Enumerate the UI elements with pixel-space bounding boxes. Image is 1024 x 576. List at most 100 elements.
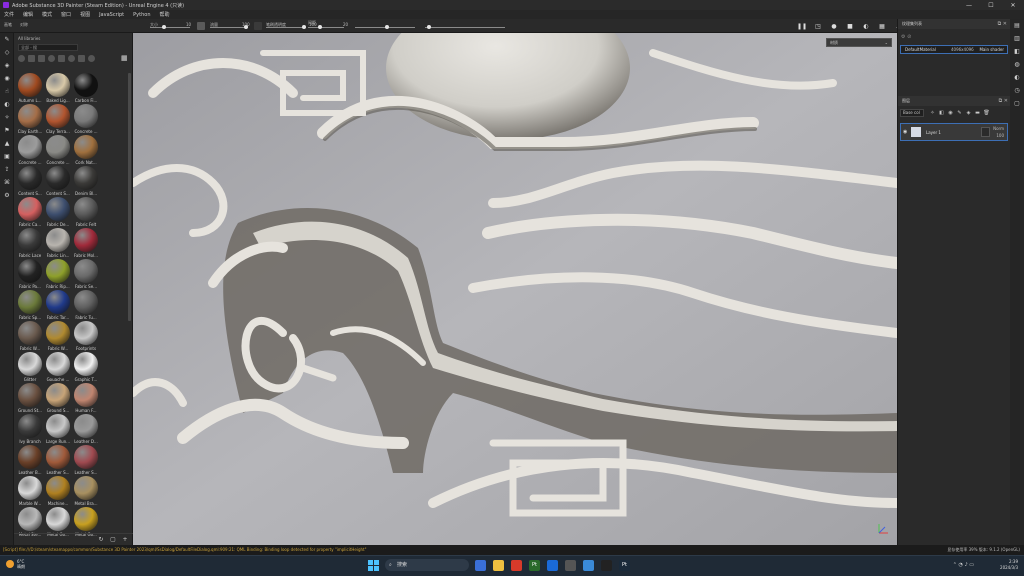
menu-edit[interactable]: 编辑 [23,11,33,18]
file-explorer-icon[interactable] [493,559,504,571]
size-value[interactable]: 10 [186,22,191,27]
mail-icon[interactable] [511,559,522,571]
settings-icon[interactable]: ⚙ [0,189,14,202]
export-icon[interactable]: ⇪ [0,163,14,176]
texture-set-row[interactable]: DefaultMaterial 4096x4096 Main shader [900,45,1008,54]
settings-app-icon[interactable] [565,559,576,571]
material-item[interactable]: Leather D... [73,414,99,445]
angle-slider[interactable] [355,25,415,29]
filter-textures-icon[interactable] [38,55,45,62]
system-tray[interactable]: ⌃ ◔ ♪ ▭ [953,562,974,568]
material-item[interactable]: Concrete ... [45,135,71,166]
add-group-icon[interactable]: ▬ [973,110,982,116]
material-item[interactable]: Fabric Tu... [73,290,99,321]
material-item[interactable]: Fabric Mol... [73,228,99,259]
material-item[interactable]: Cork Nat... [73,135,99,166]
flow-value[interactable]: 100 [242,22,250,27]
filter-filters-icon[interactable] [78,55,85,62]
refresh-icon[interactable]: ↻ [97,536,105,543]
sphere-icon[interactable]: ● [829,22,839,30]
texture-set-settings-icon[interactable]: ⚙ ⊘ [901,34,911,40]
shader-dock-icon[interactable]: ◍ [1010,58,1024,71]
menu-help[interactable]: 帮助 [160,11,170,18]
material-item[interactable]: Marble W... [17,476,43,507]
unreal-icon[interactable] [601,559,612,571]
smudge-icon[interactable]: ☝ [0,85,14,98]
polygon-fill-icon[interactable]: ▲ [0,137,14,150]
log-dock-icon[interactable]: ▢ [1010,97,1024,110]
material-item[interactable]: Human F... [73,383,99,414]
material-item[interactable]: Fabric De... [45,197,71,228]
weather-widget[interactable]: 6°C 晴朗 [6,559,25,569]
filter-alphas-icon[interactable] [58,55,65,62]
material-item[interactable]: Fabric Felt [73,197,99,228]
library-header[interactable]: All libraries [18,36,40,41]
material-item[interactable]: Concrete ... [17,135,43,166]
material-item[interactable]: Content S... [45,166,71,197]
minimize-button[interactable]: — [958,0,980,10]
material-item[interactable]: Fabric Sp... [17,290,43,321]
tab-brush[interactable]: 画笔 [4,22,12,28]
close-button[interactable]: ✕ [1002,0,1024,10]
layers-float-icon[interactable]: ⧉ ✕ [999,96,1008,106]
start-button[interactable] [368,559,379,571]
video-icon[interactable]: ■ [845,22,855,30]
texture-set-dock-icon[interactable]: ▤ [1010,19,1024,32]
material-item[interactable]: Fabric Lace [17,228,43,259]
jitter-slider[interactable] [425,25,505,29]
menu-window[interactable]: 窗口 [61,11,71,18]
material-item[interactable]: Large Run... [45,414,71,445]
display-mode-dropdown[interactable]: 材质 ⌄ [826,38,892,47]
clock[interactable]: 2:39 2024/3/3 [1000,559,1018,571]
grid-icon[interactable]: ▦ [877,22,887,30]
stroke-opacity-knob[interactable] [302,25,306,29]
material-item[interactable]: Machine... [45,476,71,507]
layer-opacity[interactable]: 100 [996,133,1004,138]
store-icon[interactable] [547,559,558,571]
material-item[interactable]: Leather B... [17,445,43,476]
layer-name[interactable]: Layer 1 [926,130,941,135]
spacing-value[interactable]: 20 [343,22,348,27]
flow-pressure-toggle[interactable] [254,22,262,30]
filter-particles-icon[interactable] [68,55,75,62]
layer-row[interactable]: ◉ Layer 1 Norm 100 [900,123,1008,141]
material-item[interactable]: Glitter [17,352,43,383]
eraser-icon[interactable]: ◇ [0,46,14,59]
display-dock-icon[interactable]: ◐ [1010,71,1024,84]
spacing-slider-knob[interactable] [318,25,322,29]
filter-materials-icon[interactable] [18,55,25,62]
material-item[interactable]: Ivy Branch [17,414,43,445]
material-item[interactable]: Leather S... [73,445,99,476]
flow-slider[interactable] [210,25,248,29]
jitter-slider-knob[interactable] [427,25,431,29]
filter-brushes-icon[interactable] [48,55,55,62]
projection-icon[interactable]: ◈ [0,59,14,72]
delete-layer-icon[interactable]: 🗑 [982,110,991,116]
shelf-scrollbar[interactable] [128,73,131,321]
material-item[interactable]: Baked Lig... [45,73,71,104]
channel-select[interactable]: Base col [900,109,924,117]
bake-icon[interactable]: ▣ [0,150,14,163]
material-item[interactable]: Autumn L... [17,73,43,104]
pause-icon[interactable]: ❚❚ [797,22,807,30]
photoshop-icon[interactable]: Pt [529,559,540,571]
layer-mask-thumbnail[interactable] [981,127,990,137]
add-mask-icon[interactable]: ◧ [937,110,946,116]
layer-blend-mode[interactable]: Norm [993,126,1004,131]
filter-smart-icon[interactable] [28,55,35,62]
log-message[interactable]: [Script] file:///D:/steam/steamapps/comm… [3,545,366,555]
material-item[interactable]: Concrete ... [73,104,99,135]
material-item[interactable]: Clay Terra... [45,104,71,135]
3d-viewport[interactable] [133,33,897,545]
material-item[interactable]: Ground S... [45,383,71,414]
menu-python[interactable]: Python [133,12,150,18]
material-item[interactable]: Graphic T... [73,352,99,383]
material-item[interactable]: Fabric Lin... [45,228,71,259]
painter-icon[interactable]: Pt [619,559,630,571]
menu-file[interactable]: 文件 [4,11,14,18]
material-item[interactable]: Gouache ... [45,352,71,383]
material-item[interactable]: Fabric Tar... [45,290,71,321]
texture-set-shader[interactable]: Main shader [979,46,1004,53]
symmetry-label[interactable]: 对称 [20,22,28,28]
material-item[interactable]: Fabric Rip... [45,259,71,290]
